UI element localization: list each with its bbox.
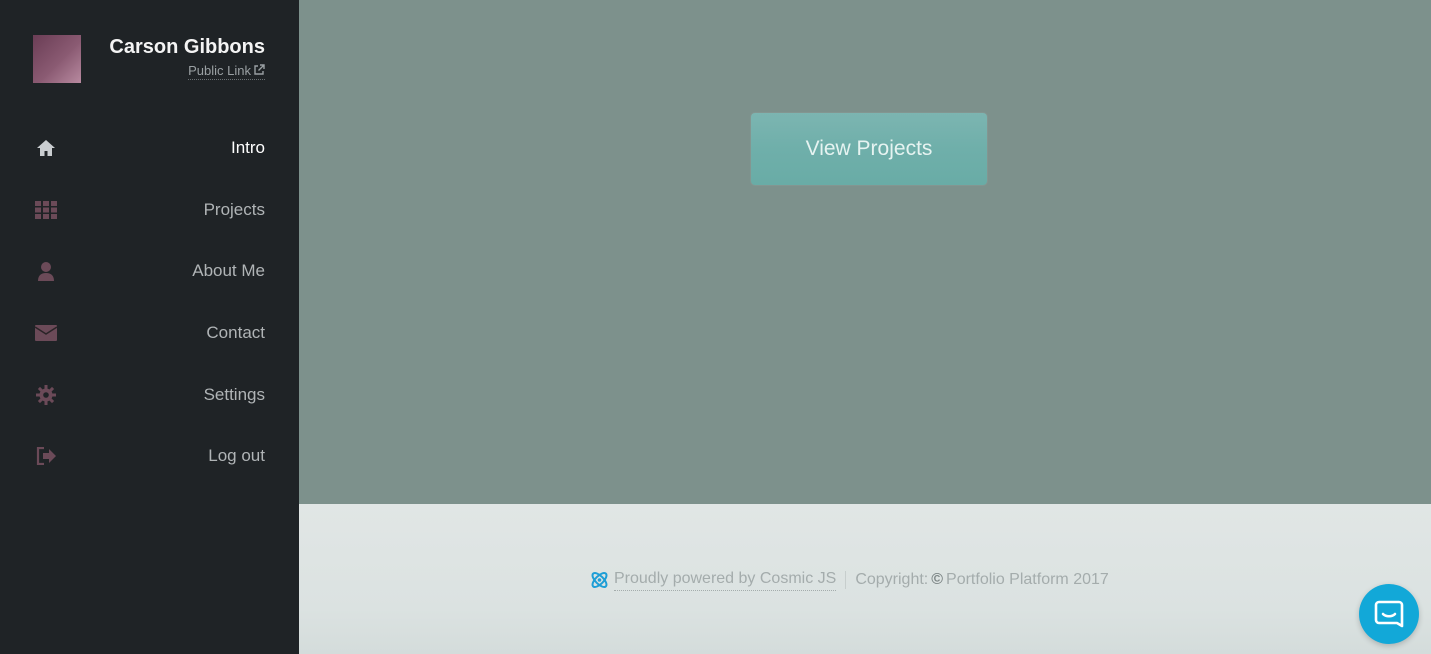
sidebar-item-label: Log out xyxy=(208,446,265,466)
sidebar-item-label: Contact xyxy=(206,323,265,343)
gear-icon xyxy=(35,384,57,405)
profile: Carson Gibbons Public Link xyxy=(33,35,265,83)
sidebar-item-label: Intro xyxy=(230,138,265,157)
grid-icon xyxy=(35,200,57,220)
copyright-text: Portfolio Platform 2017 xyxy=(946,570,1109,588)
copyright-symbol: © xyxy=(931,570,944,588)
sidebar-item-contact[interactable]: Contact xyxy=(0,302,299,364)
public-link-label: Public Link xyxy=(188,63,251,78)
sidebar-item-label: About Me xyxy=(192,261,265,281)
sidebar-item-settings[interactable]: Settings xyxy=(0,364,299,426)
profile-name: Carson Gibbons xyxy=(109,36,265,58)
copyright-prefix: Copyright: xyxy=(855,570,929,588)
hero-section: View Projects xyxy=(299,0,1431,504)
sidebar-nav: Intro Projects About Me Contact Settings… xyxy=(0,117,299,487)
sidebar-item-label: Settings xyxy=(203,384,265,404)
chat-launcher-button[interactable] xyxy=(1359,584,1419,644)
sidebar-item-about-me[interactable]: About Me xyxy=(0,240,299,302)
external-link-icon xyxy=(254,64,265,75)
envelope-icon xyxy=(35,323,57,343)
cosmic-js-icon xyxy=(589,570,610,590)
chat-bubble-icon xyxy=(1374,600,1404,628)
sidebar-item-intro[interactable]: Intro xyxy=(0,117,299,179)
sign-out-icon xyxy=(35,446,57,466)
footer-credits: Proudly powered by Cosmic JS Copyright: … xyxy=(589,568,1109,591)
sidebar: Carson Gibbons Public Link Intro Project… xyxy=(0,0,299,654)
sidebar-item-projects[interactable]: Projects xyxy=(0,179,299,241)
powered-by-link[interactable]: Proudly powered by Cosmic JS xyxy=(614,568,837,591)
home-icon xyxy=(35,138,57,158)
app: Carson Gibbons Public Link Intro Project… xyxy=(0,0,1431,654)
footer: Proudly powered by Cosmic JS Copyright: … xyxy=(299,504,1431,654)
avatar xyxy=(33,35,81,83)
footer-divider xyxy=(845,570,847,589)
sidebar-item-label: Projects xyxy=(203,199,265,219)
public-link[interactable]: Public Link xyxy=(188,63,265,80)
user-icon xyxy=(35,261,57,282)
sidebar-item-log-out[interactable]: Log out xyxy=(0,425,299,487)
view-projects-button[interactable]: View Projects xyxy=(751,113,987,185)
